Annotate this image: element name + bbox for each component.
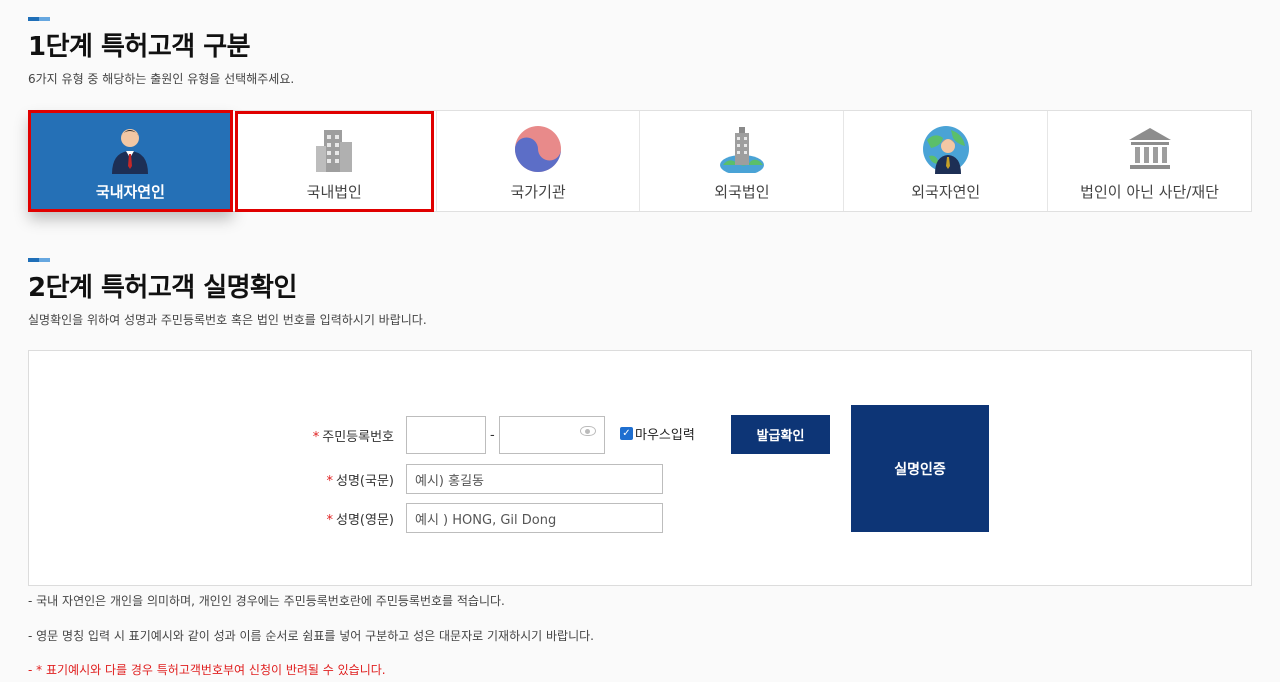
institution-icon bbox=[1124, 123, 1176, 175]
type-domestic-corporation[interactable]: 국내법인 bbox=[232, 111, 437, 212]
globe-building-icon bbox=[716, 123, 768, 175]
note-item: - 국내 자연인은 개인을 의미하며, 개인인 경우에는 주민등록번호란에 주민… bbox=[28, 594, 505, 608]
type-government-agency[interactable]: 국가기관 bbox=[436, 111, 641, 211]
mouse-input-label: 마우스입력 bbox=[635, 428, 695, 443]
type-label: 국내자연인 bbox=[95, 183, 165, 201]
rrn-label: * 주민등록번호 bbox=[312, 429, 394, 445]
type-label: 외국자연인 bbox=[911, 183, 981, 201]
type-foreign-corporation[interactable]: 외국법인 bbox=[640, 111, 845, 211]
type-label: 국가기관 bbox=[510, 183, 566, 201]
note-item: - 영문 명칭 입력 시 표기예시와 같이 성과 이름 순서로 쉼표를 넣어 구… bbox=[28, 629, 594, 643]
name-en-label: * 성명(영문) bbox=[326, 512, 394, 528]
applicant-type-selector: 국내자연인 국내법인 국가기관 외국법인 외국자연인 법인이 아닌 사단/재단 bbox=[28, 110, 1252, 212]
person-icon bbox=[104, 123, 156, 175]
mouse-input-option[interactable]: ✓ 마우스입력 bbox=[614, 424, 695, 443]
name-kr-row: * 성명(국문) 예시) 홍길동 bbox=[296, 464, 663, 494]
type-domestic-individual[interactable]: 국내자연인 bbox=[28, 110, 233, 212]
warning-note: - * 표기예시와 다를 경우 특허고객번호부여 신청이 반려될 수 있습니다. bbox=[28, 663, 386, 677]
building-icon bbox=[308, 123, 360, 175]
type-non-corporate-association[interactable]: 법인이 아닌 사단/재단 bbox=[1048, 111, 1251, 211]
taegeuk-icon bbox=[512, 123, 564, 175]
globe-person-icon bbox=[920, 123, 972, 175]
name-en-input[interactable]: 예시 ) HONG, Gil Dong bbox=[406, 503, 663, 533]
name-en-row: * 성명(영문) 예시 ) HONG, Gil Dong bbox=[296, 503, 663, 533]
type-label: 법인이 아닌 사단/재단 bbox=[1080, 183, 1219, 201]
step2-title: 2단계 특허고객 실명확인 bbox=[28, 273, 297, 303]
rrn-row: * 주민등록번호 - bbox=[296, 416, 605, 454]
type-label: 국내법인 bbox=[306, 183, 362, 201]
type-foreign-individual[interactable]: 외국자연인 bbox=[844, 111, 1049, 211]
eye-icon[interactable] bbox=[579, 426, 596, 436]
section-accent-bar bbox=[28, 258, 50, 262]
checkbox-checked-icon[interactable]: ✓ bbox=[620, 427, 633, 440]
rrn-back-input[interactable] bbox=[498, 416, 605, 454]
step2-description: 실명확인을 위하여 성명과 주민등록번호 혹은 법인 번호를 입력하시기 바랍니… bbox=[28, 313, 427, 327]
real-name-verify-button[interactable]: 실명인증 bbox=[851, 405, 989, 532]
type-label: 외국법인 bbox=[714, 183, 770, 201]
step1-description: 6가지 유형 중 해당하는 출원인 유형을 선택해주세요. bbox=[28, 72, 295, 86]
issue-confirm-button[interactable]: 발급확인 bbox=[731, 415, 830, 454]
rrn-front-input[interactable] bbox=[406, 416, 486, 454]
name-kr-input[interactable]: 예시) 홍길동 bbox=[406, 464, 663, 494]
section-accent-bar bbox=[28, 17, 50, 21]
step1-title: 1단계 특허고객 구분 bbox=[28, 32, 251, 62]
rrn-dash: - bbox=[490, 427, 495, 443]
name-kr-label: * 성명(국문) bbox=[326, 473, 394, 489]
